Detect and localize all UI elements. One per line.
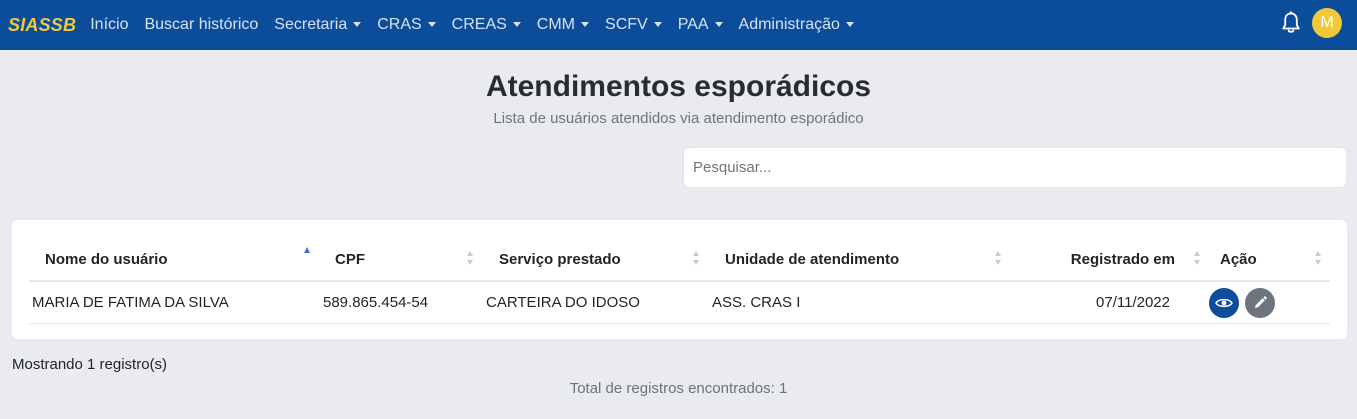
column-header-nome[interactable]: Nome do usuário bbox=[29, 238, 319, 282]
column-header-label: CPF bbox=[335, 250, 365, 268]
nav-item-buscar-historico[interactable]: Buscar histórico bbox=[144, 16, 258, 34]
sort-icon bbox=[693, 251, 700, 267]
records-table: Nome do usuário CPF Serviço prestado Uni… bbox=[29, 238, 1330, 324]
search-input[interactable] bbox=[683, 147, 1347, 188]
caret-down-icon bbox=[427, 21, 436, 27]
table-card: Nome do usuário CPF Serviço prestado Uni… bbox=[12, 220, 1347, 339]
nav-item-paa[interactable]: PAA bbox=[678, 16, 723, 34]
table-header-row: Nome do usuário CPF Serviço prestado Uni… bbox=[29, 238, 1330, 282]
nav-item-cmm[interactable]: CMM bbox=[536, 16, 590, 34]
cell-unidade: ASS. CRAS I bbox=[708, 281, 1010, 324]
caret-down-icon bbox=[653, 21, 662, 27]
cell-text: MARIA DE FATIMA DA SILVA bbox=[32, 294, 229, 311]
eye-icon bbox=[1215, 298, 1233, 307]
nav-item-label: CREAS bbox=[451, 16, 507, 33]
column-header-registrado[interactable]: Registrado em bbox=[1010, 238, 1209, 282]
nav-item-label: Administração bbox=[738, 16, 840, 33]
page-title: Atendimentos esporádicos bbox=[485, 70, 872, 103]
cell-registrado: 07/11/2022 bbox=[1010, 281, 1209, 324]
sort-icon bbox=[1315, 251, 1322, 267]
column-header-label: Unidade de atendimento bbox=[725, 250, 900, 268]
nav-item-label: CMM bbox=[536, 16, 576, 33]
cell-text: CARTEIRA DO IDOSO bbox=[486, 294, 640, 311]
sort-icon bbox=[1194, 251, 1201, 267]
pencil-icon bbox=[1255, 295, 1267, 308]
column-header-servico[interactable]: Serviço prestado bbox=[482, 238, 708, 282]
edit-button[interactable] bbox=[1245, 287, 1275, 318]
top-navbar: SIASSB Início Buscar histórico Secretari… bbox=[0, 0, 1357, 50]
view-button[interactable] bbox=[1209, 287, 1239, 318]
nav-item-scfv[interactable]: SCFV bbox=[605, 16, 662, 34]
cell-text: ASS. CRAS I bbox=[712, 294, 801, 311]
table-row: MARIA DE FATIMA DA SILVA 589.865.454-54 … bbox=[29, 281, 1330, 324]
nav-item-label: Início bbox=[90, 16, 129, 33]
caret-down-icon bbox=[714, 21, 723, 27]
nav-item-label: Secretaria bbox=[274, 16, 348, 33]
column-header-label: Registrado em bbox=[1070, 250, 1175, 268]
cell-servico: CARTEIRA DO IDOSO bbox=[482, 281, 708, 324]
caret-down-icon bbox=[581, 21, 590, 27]
nav-menu: Início Buscar histórico Secretaria CRAS … bbox=[90, 16, 870, 34]
records-total-text: Total de registros encontrados: 1 bbox=[569, 380, 788, 397]
column-header-label: Serviço prestado bbox=[499, 250, 621, 268]
caret-down-icon bbox=[353, 21, 362, 27]
nav-item-administracao[interactable]: Administração bbox=[739, 16, 854, 34]
sort-icon bbox=[467, 251, 474, 267]
column-header-label: Ação bbox=[1220, 250, 1257, 268]
nav-item-label: PAA bbox=[677, 16, 709, 33]
column-header-label: Nome do usuário bbox=[45, 250, 168, 268]
records-showing-text: Mostrando 1 registro(s) bbox=[12, 356, 168, 373]
column-header-unidade[interactable]: Unidade de atendimento bbox=[708, 238, 1010, 282]
column-header-cpf[interactable]: CPF bbox=[319, 238, 482, 282]
caret-down-icon bbox=[845, 21, 854, 27]
user-avatar[interactable]: M bbox=[1312, 8, 1342, 38]
nav-item-label: Buscar histórico bbox=[144, 16, 259, 33]
nav-item-secretaria[interactable]: Secretaria bbox=[274, 16, 362, 34]
cell-text: 589.865.454-54 bbox=[323, 294, 429, 311]
cell-text: 07/11/2022 bbox=[1096, 294, 1170, 311]
sort-asc-icon bbox=[304, 247, 311, 263]
column-header-acao[interactable]: Ação bbox=[1209, 238, 1330, 282]
caret-down-icon bbox=[512, 21, 521, 27]
bell-icon[interactable] bbox=[1281, 11, 1301, 35]
nav-item-label: SCFV bbox=[605, 16, 648, 33]
nav-item-label: CRAS bbox=[377, 16, 422, 33]
nav-item-cras[interactable]: CRAS bbox=[377, 16, 436, 34]
cell-cpf: 589.865.454-54 bbox=[319, 281, 482, 324]
cell-acao bbox=[1209, 281, 1330, 324]
sort-icon bbox=[995, 251, 1002, 267]
cell-nome: MARIA DE FATIMA DA SILVA bbox=[29, 281, 319, 324]
brand-logo[interactable]: SIASSB bbox=[8, 15, 76, 36]
nav-item-creas[interactable]: CREAS bbox=[452, 16, 521, 34]
page-subtitle: Lista de usuários atendidos via atendime… bbox=[493, 110, 864, 127]
nav-item-inicio[interactable]: Início bbox=[90, 16, 128, 34]
